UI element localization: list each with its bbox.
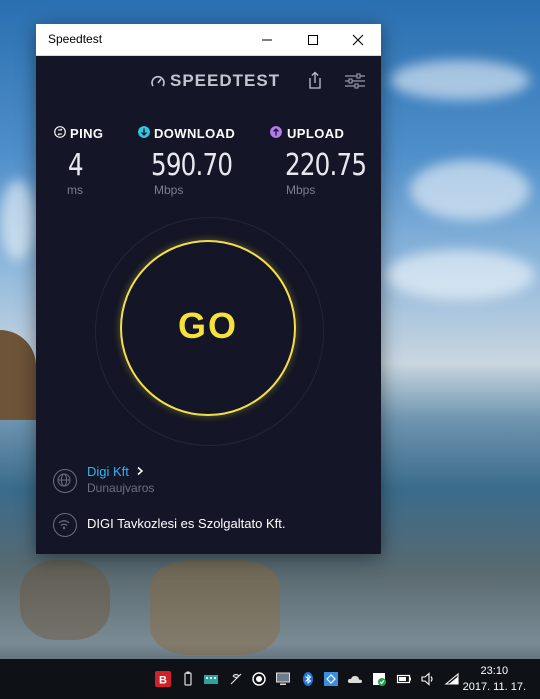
ping-unit: ms [67, 183, 83, 197]
upload-unit: Mbps [286, 183, 316, 197]
monitor-tray-icon[interactable] [275, 671, 291, 687]
wifi-tray-icon[interactable] [444, 671, 460, 687]
server-name-link[interactable]: Digi Kft [87, 464, 144, 479]
go-button[interactable]: GO [120, 240, 296, 416]
download-label: DOWNLOAD [154, 126, 236, 141]
title-bar: Speedtest [36, 24, 381, 56]
minimize-icon [262, 39, 272, 41]
upload-value: 220.75 [285, 148, 367, 183]
server-name: Digi Kft [87, 464, 129, 479]
go-label: GO [177, 305, 238, 346]
close-button[interactable] [335, 24, 381, 55]
upload-label: UPLOAD [287, 126, 345, 141]
satellite-tray-icon[interactable] [228, 671, 244, 687]
app-brand: SPEEDTEST [170, 71, 281, 90]
server-location: Dunaujvaros [87, 481, 155, 495]
speedometer-logo-icon [151, 75, 165, 87]
download-unit: Mbps [154, 183, 184, 197]
minimize-button[interactable] [244, 24, 290, 55]
globe-icon [53, 469, 77, 493]
speedtest-window: Speedtest SPEEDTEST PING 4 ms DOWNLOAD 5… [36, 24, 381, 554]
clock-time: 23:10 [480, 665, 509, 677]
upload-icon [270, 126, 282, 138]
window-title: Speedtest [48, 32, 103, 46]
antivirus-tray-icon[interactable]: B [155, 671, 171, 687]
bluetooth-tray-icon[interactable] [300, 671, 316, 687]
taskbar: B 23:10 2017. 11. 17. [0, 659, 540, 699]
onedrive-tray-icon[interactable] [347, 671, 363, 687]
ping-icon [54, 126, 66, 138]
clock-date: 2017. 11. 17. [462, 681, 526, 693]
keyboard-tray-icon[interactable] [203, 671, 219, 687]
security-shield-tray-icon[interactable] [371, 671, 387, 687]
maximize-button[interactable] [290, 24, 336, 55]
maximize-icon [308, 35, 318, 45]
ping-value: 4 [68, 148, 84, 183]
close-icon [352, 34, 364, 46]
usb-drive-tray-icon[interactable] [180, 671, 196, 687]
network-manager-tray-icon[interactable] [323, 671, 339, 687]
download-icon [138, 126, 150, 138]
taskbar-clock[interactable]: 23:10 2017. 11. 17. [463, 663, 526, 695]
chevron-right-icon [137, 466, 143, 476]
svg-text:B: B [159, 675, 167, 687]
ping-label: PING [70, 126, 104, 141]
settings-sliders-icon[interactable] [344, 73, 366, 89]
wifi-icon [53, 513, 77, 537]
isp-name: DIGI Tavkozlesi es Szolgaltato Kft. [87, 516, 286, 531]
speedtest-app: SPEEDTEST PING 4 ms DOWNLOAD 590.70 Mbps… [36, 55, 381, 554]
download-value: 590.70 [151, 148, 233, 183]
volume-tray-icon[interactable] [420, 671, 436, 687]
share-icon[interactable] [307, 71, 323, 90]
battery-tray-icon[interactable] [396, 671, 412, 687]
record-tray-icon[interactable] [251, 671, 267, 687]
